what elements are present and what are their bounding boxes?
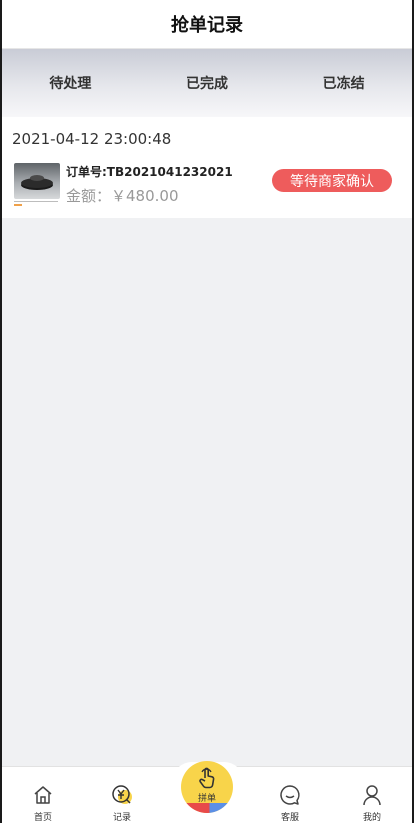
order-number: 订单号:TB2021041232021 [66,165,233,179]
tap-hand-icon [195,766,219,790]
tab-pending[interactable]: 待处理 [2,49,139,117]
page-title: 抢单记录 [171,15,243,36]
product-thumbnail [14,163,60,199]
nav-records-label: 记录 [112,813,131,823]
nav-mine[interactable]: 我的 [342,767,402,823]
chat-bubble-icon [278,783,302,807]
phone-screen: 抢单记录 待处理 已完成 已冻结 2021-04-12 23:00:48 订单号… [2,0,412,823]
nav-home-label: 首页 [33,813,52,823]
nav-records[interactable]: 记录 [92,767,152,823]
nav-mine-label: 我的 [362,813,381,823]
record-timestamp: 2021-04-12 23:00:48 [12,130,172,148]
record-group: 2021-04-12 23:00:48 订单号:TB2021041232021 … [2,117,412,218]
order-amount: 金额：￥480.00 [66,187,179,205]
status-tabs: 待处理 已完成 已冻结 [2,49,412,117]
nav-service-label: 客服 [280,813,299,823]
thumbnail-caption [14,201,60,206]
home-icon [31,783,55,807]
tab-completed[interactable]: 已完成 [139,49,276,117]
nav-service[interactable]: 客服 [260,767,320,823]
top-bar: 抢单记录 [2,0,412,49]
user-icon [360,783,384,807]
grab-order-button[interactable]: 拼单 [181,761,233,813]
nav-home[interactable]: 首页 [13,767,73,823]
order-card[interactable]: 订单号:TB2021041232021 金额：￥480.00 等待商家确认 [2,157,412,217]
yen-records-icon [110,783,134,807]
status-badge: 等待商家确认 [272,169,392,192]
tab-frozen[interactable]: 已冻结 [275,49,412,117]
